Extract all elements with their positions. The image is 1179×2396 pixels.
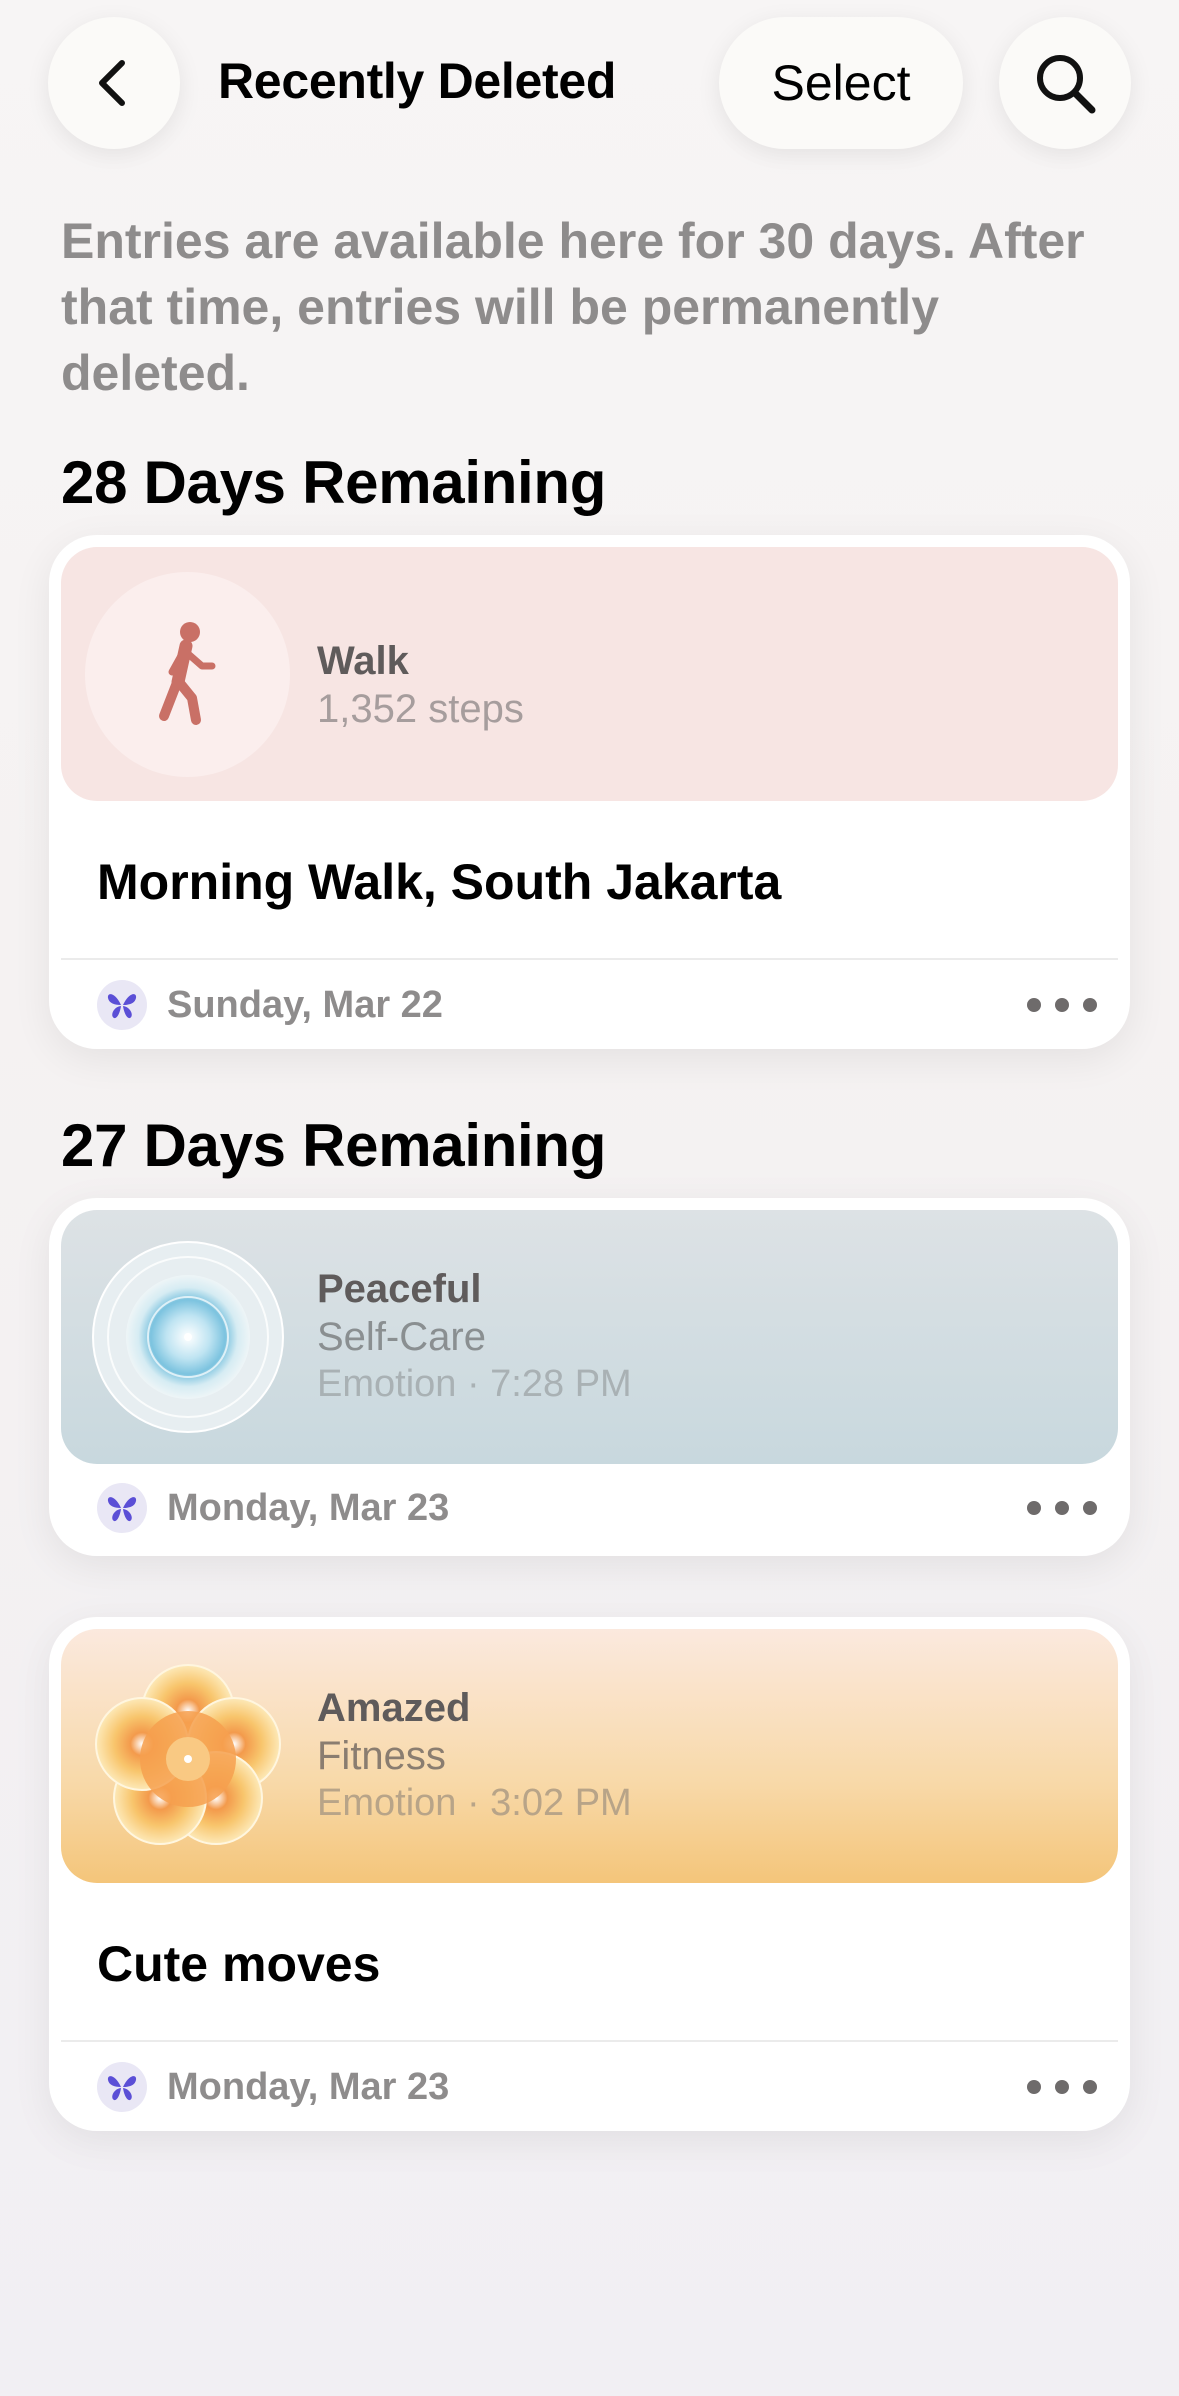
butterfly-icon [97,1483,147,1533]
entry-footer: Monday, Mar 23 [97,2059,1097,2115]
divider [61,2040,1118,2042]
entry-summary[interactable]: Walk 1,352 steps [61,547,1118,801]
entry-title: Cute moves [97,1936,381,1992]
ellipsis-icon[interactable] [1027,1480,1097,1536]
back-button[interactable] [48,17,180,149]
entry-footer: Sunday, Mar 22 [97,977,1097,1033]
butterfly-icon [97,980,147,1030]
emotion-summary[interactable]: Amazed Fitness Emotion · 3:02 PM [61,1629,1118,1883]
entry-title: Morning Walk, South Jakarta [97,854,782,910]
walking-person-icon [85,572,290,777]
page-title: Recently Deleted [218,53,617,109]
chevron-left-icon [99,60,125,106]
emotion-category: Self-Care [317,1315,486,1359]
ellipsis-icon[interactable] [1027,2059,1097,2115]
info-text: Entries are available here for 30 days. … [61,213,1085,401]
entry-card[interactable]: Walk 1,352 steps Morning Walk, South Jak… [49,535,1130,1049]
peaceful-emotion-icon [91,1240,286,1435]
entry-date: Monday, Mar 23 [167,2065,450,2108]
navigation-bar: Recently Deleted Select [0,0,1179,170]
emotion-title: Amazed [317,1686,471,1730]
entry-date: Sunday, Mar 22 [167,983,443,1026]
activity-steps: 1,352 steps [317,687,524,731]
entry-footer: Monday, Mar 23 [97,1480,1097,1536]
emotion-category: Fitness [317,1734,446,1778]
entry-date: Monday, Mar 23 [167,1486,450,1529]
entry-card[interactable]: Amazed Fitness Emotion · 3:02 PM Cute mo… [49,1617,1130,2131]
ellipsis-icon[interactable] [1027,977,1097,1033]
search-button[interactable] [999,17,1131,149]
entry-card[interactable]: Peaceful Self-Care Emotion · 7:28 PM Mon… [49,1198,1130,1556]
search-icon [1037,55,1096,114]
section-title: 28 Days Remaining [61,449,607,516]
emotion-time: Emotion · 7:28 PM [317,1363,632,1405]
select-button[interactable]: Select [719,17,963,149]
amazed-flower-icon [91,1659,286,1854]
emotion-title: Peaceful [317,1267,482,1311]
section-title: 27 Days Remaining [61,1112,607,1179]
divider [61,958,1118,960]
emotion-time: Emotion · 3:02 PM [317,1782,632,1824]
activity-title: Walk [317,639,409,683]
emotion-summary[interactable]: Peaceful Self-Care Emotion · 7:28 PM [61,1210,1118,1464]
butterfly-icon [97,2062,147,2112]
